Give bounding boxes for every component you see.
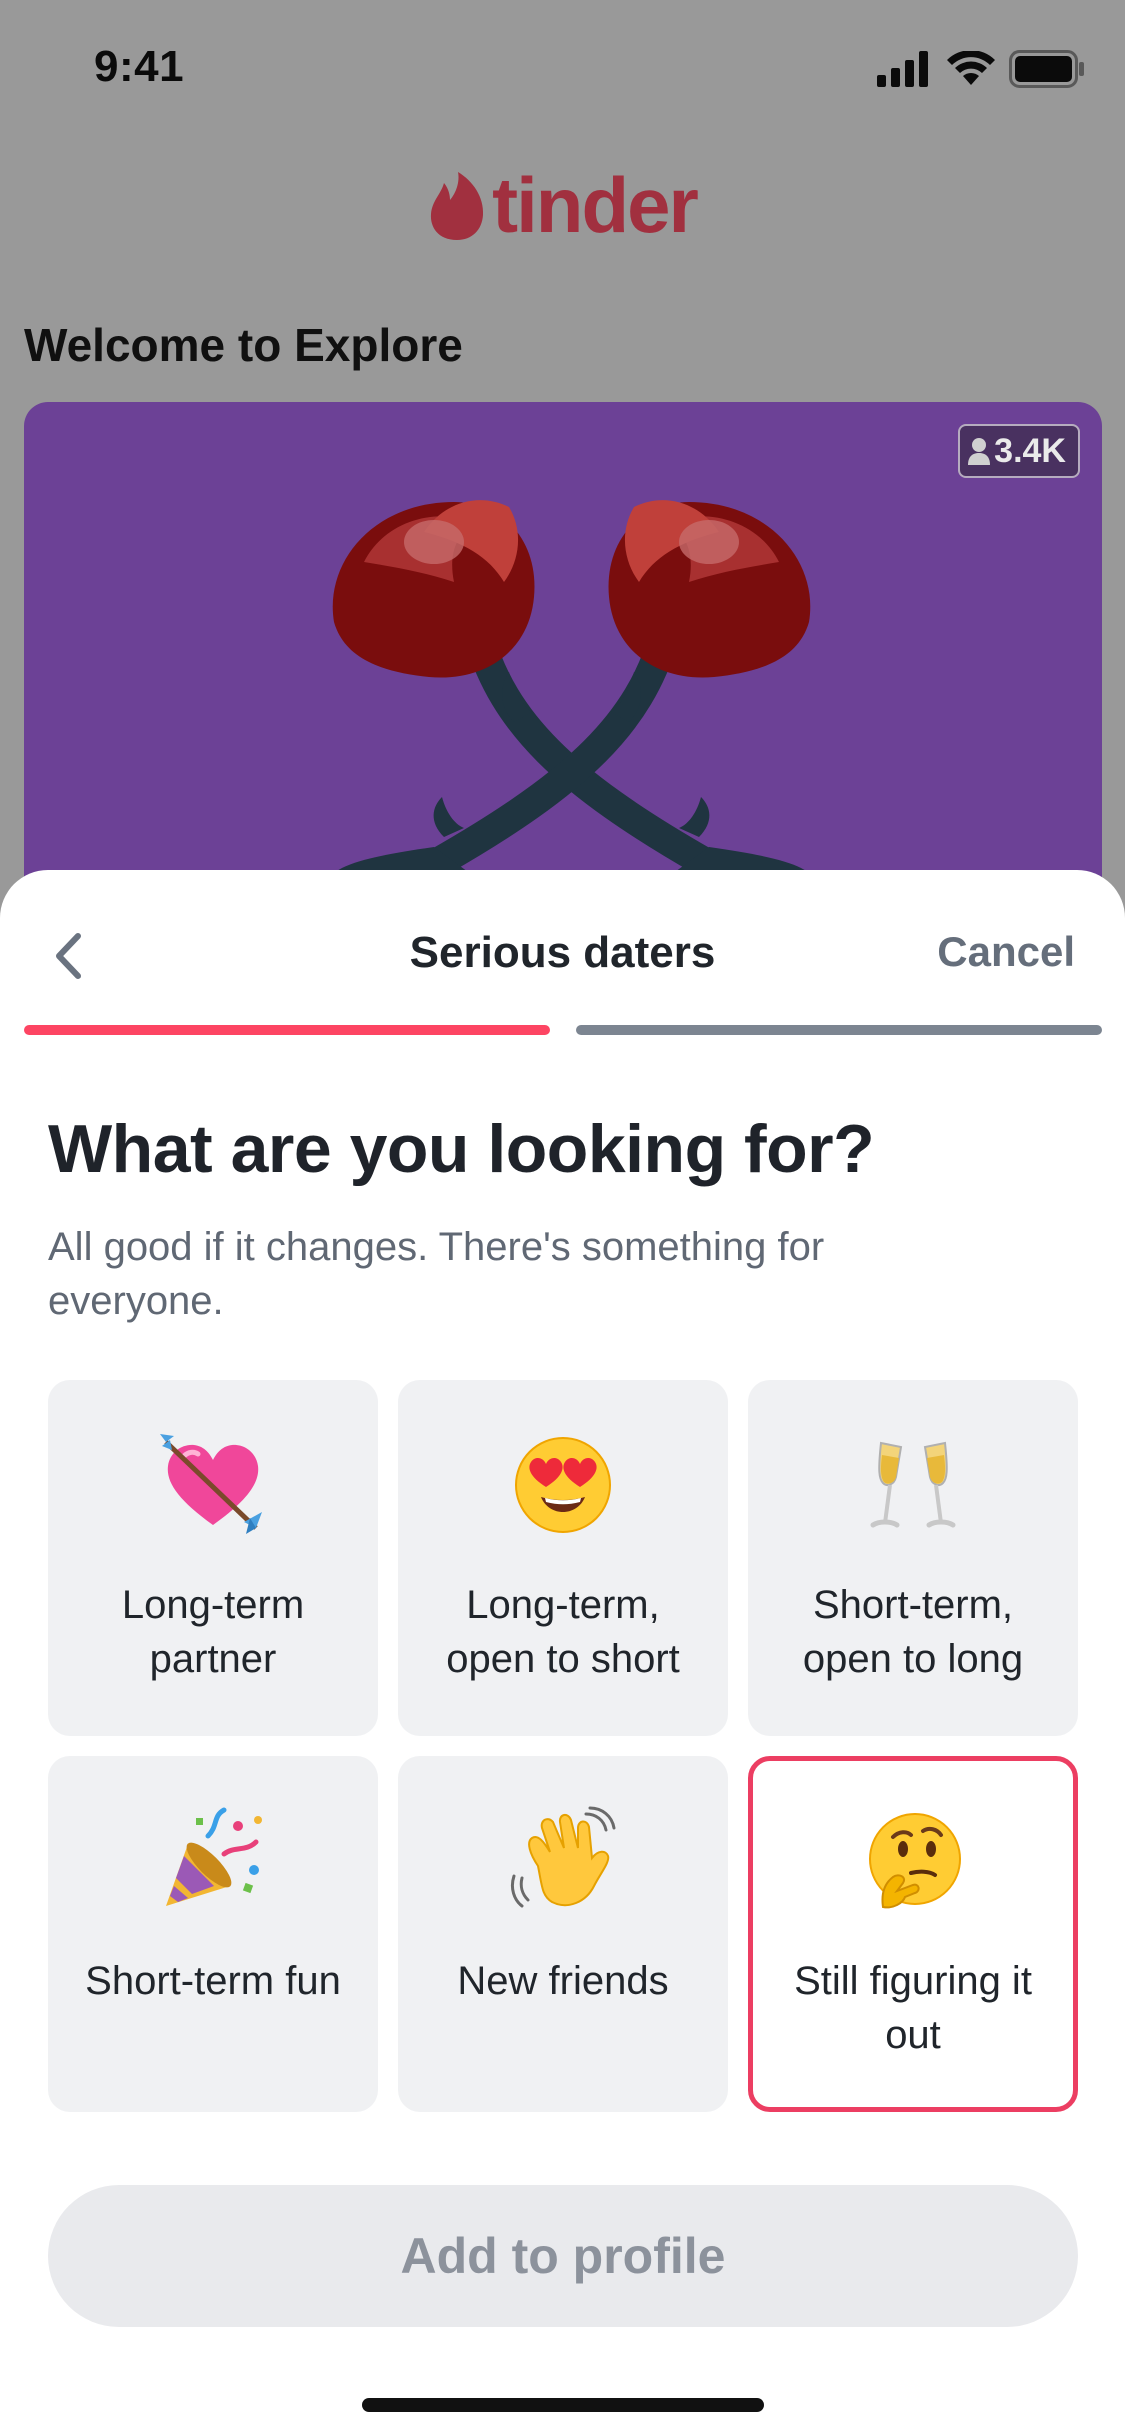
option-label: Long-term partner	[121, 1583, 305, 1681]
option-long-term-open-to-short[interactable]: Long-term, open to short	[398, 1380, 728, 1736]
member-count: 3.4K	[994, 431, 1066, 470]
waving-hand-icon	[508, 1806, 618, 1916]
option-label: Short-term fun	[85, 1959, 341, 2003]
screen: 9:41 tinder Welcome to Explore 3.4K Seri…	[0, 0, 1125, 2436]
explore-title: Welcome to Explore	[24, 319, 463, 371]
person-icon	[968, 438, 991, 465]
option-label: Long-term, open to short	[446, 1583, 680, 1681]
option-label: Short-term, open to long	[802, 1583, 1024, 1681]
roses-illustration	[328, 500, 815, 887]
flame-icon	[431, 171, 484, 240]
wifi-icon	[947, 51, 995, 85]
option-label: Still figuring it out	[794, 1959, 1032, 2057]
option-new-friends[interactable]: New friends	[398, 1756, 728, 2112]
option-short-term-open-to-long[interactable]: Short-term, open to long	[748, 1380, 1078, 1736]
sheet-header: Serious daters Cancel	[0, 870, 1125, 1030]
member-count-badge: 3.4K	[958, 424, 1080, 478]
progress-step-active	[24, 1025, 550, 1035]
tinder-logo: tinder	[0, 160, 1125, 251]
option-label: New friends	[457, 1959, 669, 2003]
heart-with-arrow-icon	[158, 1430, 268, 1540]
question-heading: What are you looking for?	[48, 1111, 875, 1187]
heart-eyes-face-icon	[508, 1430, 618, 1540]
champagne-glasses-icon	[858, 1430, 968, 1540]
options-grid: Long-term partner Long-term, open to sho…	[48, 1380, 1078, 2112]
cancel-button[interactable]: Cancel	[937, 928, 1075, 976]
bottom-sheet: Serious daters Cancel What are you looki…	[0, 870, 1125, 2436]
logo-text: tinder	[492, 161, 699, 249]
thinking-face-icon	[858, 1806, 968, 1916]
status-bar: 9:41	[0, 0, 1125, 140]
question-subheading: All good if it changes. There's somethin…	[48, 1225, 825, 1323]
step-progress	[24, 1025, 1102, 1035]
option-long-term-partner[interactable]: Long-term partner	[48, 1380, 378, 1736]
signal-icon	[877, 51, 928, 87]
option-still-figuring-it-out[interactable]: Still figuring it out	[748, 1756, 1078, 2112]
explore-card[interactable]: 3.4K	[24, 402, 1102, 922]
battery-icon	[1009, 50, 1084, 88]
status-time: 9:41	[94, 42, 185, 91]
option-short-term-fun[interactable]: Short-term fun	[48, 1756, 378, 2112]
progress-step-inactive	[576, 1025, 1102, 1035]
add-to-profile-button[interactable]: Add to profile	[48, 2185, 1078, 2327]
status-icons	[877, 50, 1085, 88]
party-popper-icon	[158, 1806, 268, 1916]
home-indicator[interactable]	[362, 2398, 764, 2412]
